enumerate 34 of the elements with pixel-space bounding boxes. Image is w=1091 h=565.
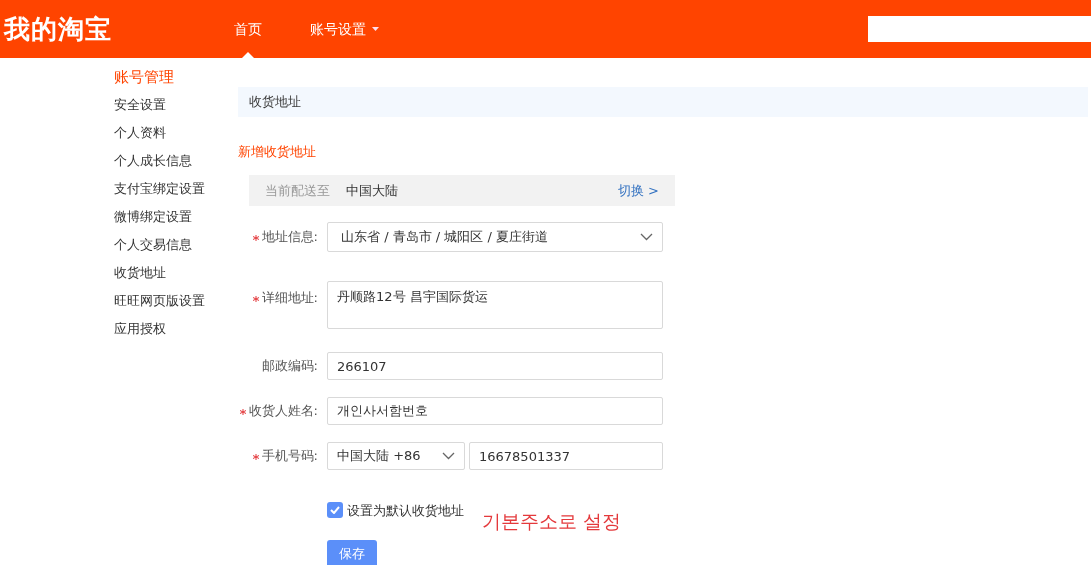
input-field[interactable]: 개인사서함번호 <box>327 397 663 425</box>
phone-field[interactable]: 16678501337 <box>469 442 663 470</box>
chevron-down-icon <box>640 233 653 241</box>
field-label: 手机号码: <box>261 448 318 464</box>
field-label: 详细地址: <box>261 290 318 305</box>
sidebar-link[interactable]: 个人资料 <box>114 125 166 140</box>
sidebar-link[interactable]: 微博绑定设置 <box>114 209 192 224</box>
sidebar-link[interactable]: 个人成长信息 <box>114 153 192 168</box>
input-field[interactable]: 266107 <box>327 352 663 380</box>
region-label: 当前配送至 <box>265 181 330 200</box>
add-address-link[interactable]: 新增收货地址 <box>238 144 316 159</box>
sidebar-link[interactable]: 支付宝绑定设置 <box>114 181 205 196</box>
address-textarea[interactable]: 丹顺路12号 昌宇国际货运 <box>327 281 663 329</box>
country-select[interactable]: 中国大陆 +86 <box>327 442 465 470</box>
address-select[interactable]: 山东省 / 青岛市 / 城阳区 / 夏庄街道 <box>327 222 663 252</box>
field-label: 地址信息: <box>261 229 318 245</box>
sidebar-heading: 账号管理 <box>114 67 175 88</box>
field-label: 收货人姓名: <box>248 403 318 419</box>
checkbox-label: 设置为默认收货地址 <box>347 501 464 520</box>
annotation-text: 기본주소로 설정 <box>482 509 622 534</box>
checkmark-icon <box>330 506 340 515</box>
sidebar-link[interactable]: 收货地址 <box>114 265 166 280</box>
chevron-down-icon <box>442 452 455 460</box>
sidebar-link[interactable]: 旺旺网页版设置 <box>114 293 205 308</box>
sidebar-link[interactable]: 个人交易信息 <box>114 237 192 252</box>
field-label: 邮政编码: <box>261 358 318 374</box>
switch-link[interactable]: 切换 > <box>617 180 659 201</box>
search-field[interactable] <box>868 16 1091 42</box>
region-value: 中国大陆 <box>346 181 398 200</box>
section-title: 收货地址 <box>238 87 1088 117</box>
sidebar-link[interactable]: 应用授权 <box>114 321 166 336</box>
sidebar-link[interactable]: 安全设置 <box>114 97 166 112</box>
checkbox[interactable] <box>327 502 343 519</box>
logo-text: 我的淘宝 <box>2 12 113 46</box>
